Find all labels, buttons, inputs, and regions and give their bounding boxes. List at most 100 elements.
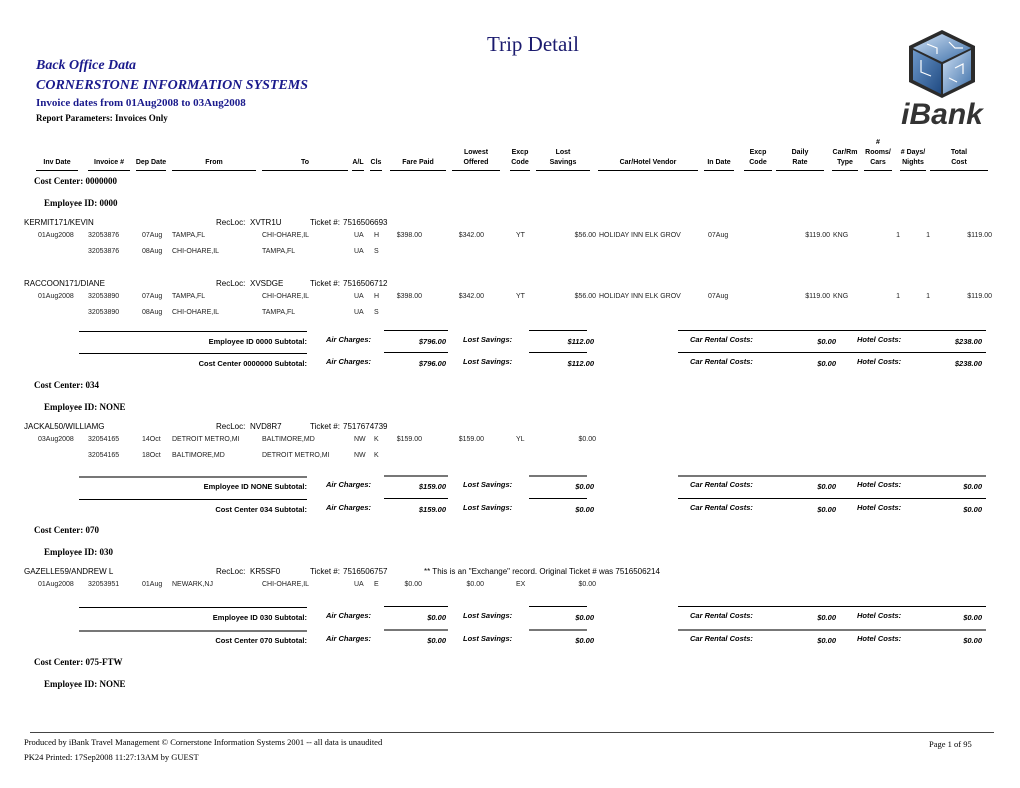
trip-cell-rate: $119.00 — [805, 293, 830, 300]
lost-rule — [529, 352, 587, 353]
car-hotel-rule — [678, 606, 986, 607]
trip-cell-al: NW — [354, 452, 366, 459]
column-header-17: # Days/Nights — [898, 148, 928, 168]
column-header-underline — [88, 170, 130, 171]
trip-cell-cls: S — [374, 248, 379, 255]
trip-cell-nights: 1 — [926, 293, 930, 300]
lost-savings-value: $0.00 — [575, 613, 594, 622]
hotel-costs-value: $0.00 — [963, 505, 982, 514]
trip-cell-invoice: 32053951 — [88, 581, 120, 588]
column-header-underline — [172, 170, 256, 171]
column-header-line1: Excp — [511, 149, 529, 156]
trip-cell-in-date: 07Aug — [708, 293, 729, 300]
column-header-underline — [536, 170, 590, 171]
subtotal-rule — [79, 353, 307, 354]
trip-cell-from: CHI-OHARE,IL — [172, 248, 220, 255]
car-rental-value: $0.00 — [817, 359, 836, 368]
recloc-label: RecLoc: — [216, 422, 246, 431]
exchange-note: ** This is an "Exchange" record. Origina… — [424, 567, 660, 576]
air-rule — [384, 629, 448, 631]
column-header-underline — [832, 170, 858, 171]
trip-cell-from: TAMPA,FL — [172, 293, 206, 300]
column-header-11: Car/Hotel Vendor — [596, 148, 700, 168]
air-charges-label: Air Charges: — [326, 357, 372, 366]
trip-cell-dep-date: 07Aug — [142, 293, 163, 300]
printed-info: PK24 Printed: 17Sep2008 11:27:13AM by GU… — [24, 752, 199, 762]
car-hotel-rule — [678, 352, 986, 353]
trip-cell-from: NEWARK,NJ — [172, 581, 213, 588]
column-header-line0 — [898, 138, 928, 148]
trip-cell-excp: YT — [516, 232, 525, 239]
lost-rule — [529, 475, 587, 477]
trip-cell-invoice: 32053890 — [88, 309, 120, 316]
trip-cell-fare: $398.00 — [396, 232, 422, 239]
column-header-line2: In Date — [707, 159, 731, 166]
column-header-underline — [36, 170, 78, 171]
column-header-underline — [136, 170, 166, 171]
column-header-underline — [864, 170, 892, 171]
air-charges-value: $0.00 — [427, 613, 446, 622]
trip-cell-nights: 1 — [926, 232, 930, 239]
ticket-value: 7516506712 — [343, 279, 388, 288]
cost-center-heading: Cost Center: 075-FTW — [34, 657, 123, 667]
cost-center-heading: Cost Center: 070 — [34, 525, 99, 535]
trip-cell-lost: $0.00 — [578, 581, 596, 588]
column-header-underline — [510, 170, 530, 171]
lost-rule — [529, 629, 587, 631]
column-header-line2: Code — [749, 159, 767, 166]
trip-cell-inv-date: 03Aug2008 — [38, 436, 74, 443]
subtotal-label: Cost Center 0000000 Subtotal: — [198, 359, 307, 368]
hotel-costs-label: Hotel Costs: — [857, 634, 902, 643]
lost-rule — [529, 330, 587, 331]
employee-heading: Employee ID: 030 — [44, 547, 113, 557]
trip-cell-to: TAMPA,FL — [262, 248, 296, 255]
column-header-line1 — [368, 148, 384, 158]
trip-cell-inv-date: 01Aug2008 — [38, 293, 74, 300]
hotel-costs-label: Hotel Costs: — [857, 611, 902, 620]
car-rental-value: $0.00 — [817, 613, 836, 622]
column-header-18: Total Cost — [928, 148, 990, 168]
trip-cell-dep-date: 07Aug — [142, 232, 163, 239]
column-header-line0 — [450, 138, 502, 148]
air-rule — [384, 606, 448, 607]
traveler-name: GAZELLE59/ANDREW L — [24, 567, 114, 576]
air-rule — [384, 498, 448, 499]
column-header-line2: Type — [837, 159, 853, 166]
column-header-10: Lost Savings — [534, 148, 592, 168]
trip-cell-dep-date: 08Aug — [142, 309, 163, 316]
trip-cell-inv-date: 01Aug2008 — [38, 581, 74, 588]
car-hotel-rule — [678, 629, 986, 631]
trip-cell-to: TAMPA,FL — [262, 309, 296, 316]
trip-cell-dep-date: 18Oct — [142, 452, 161, 459]
ticket-label: Ticket #: — [310, 279, 340, 288]
footer-divider — [30, 732, 994, 733]
lost-savings-value: $0.00 — [575, 482, 594, 491]
column-header-line1: Rooms/ — [865, 149, 891, 156]
column-header-line0 — [260, 138, 350, 148]
report-parameters: Report Parameters: Invoices Only — [36, 113, 168, 123]
column-header-6: Cls — [368, 148, 384, 168]
hotel-costs-value: $238.00 — [954, 337, 982, 346]
hotel-costs-label: Hotel Costs: — [857, 480, 902, 489]
trip-cell-total: $119.00 — [967, 232, 992, 239]
trip-cell-from: TAMPA,FL — [172, 232, 206, 239]
column-header-15: Car/Rm Type — [830, 148, 860, 168]
column-header-line0 — [702, 138, 736, 148]
column-header-underline — [598, 170, 698, 171]
traveler-name: JACKAL50/WILLIAMG — [24, 422, 105, 431]
logo-text: iBank — [901, 98, 984, 128]
trip-cell-cls: S — [374, 309, 379, 316]
recloc-label: RecLoc: — [216, 218, 246, 227]
car-rental-label: Car Rental Costs: — [690, 503, 753, 512]
column-header-line0 — [742, 138, 774, 148]
subtotal-rule — [79, 331, 307, 332]
trip-cell-to: CHI-OHARE,IL — [262, 293, 310, 300]
subtotal-label: Cost Center 034 Subtotal: — [215, 505, 307, 514]
trip-cell-to: DETROIT METRO,MI — [262, 452, 330, 459]
trip-cell-vendor: HOLIDAY INN ELK GROV — [599, 232, 681, 239]
car-hotel-rule — [678, 475, 986, 477]
column-header-line1 — [170, 148, 258, 158]
trip-cell-fare: $0.00 — [404, 581, 422, 588]
air-charges-value: $796.00 — [418, 337, 446, 346]
hotel-costs-value: $238.00 — [954, 359, 982, 368]
